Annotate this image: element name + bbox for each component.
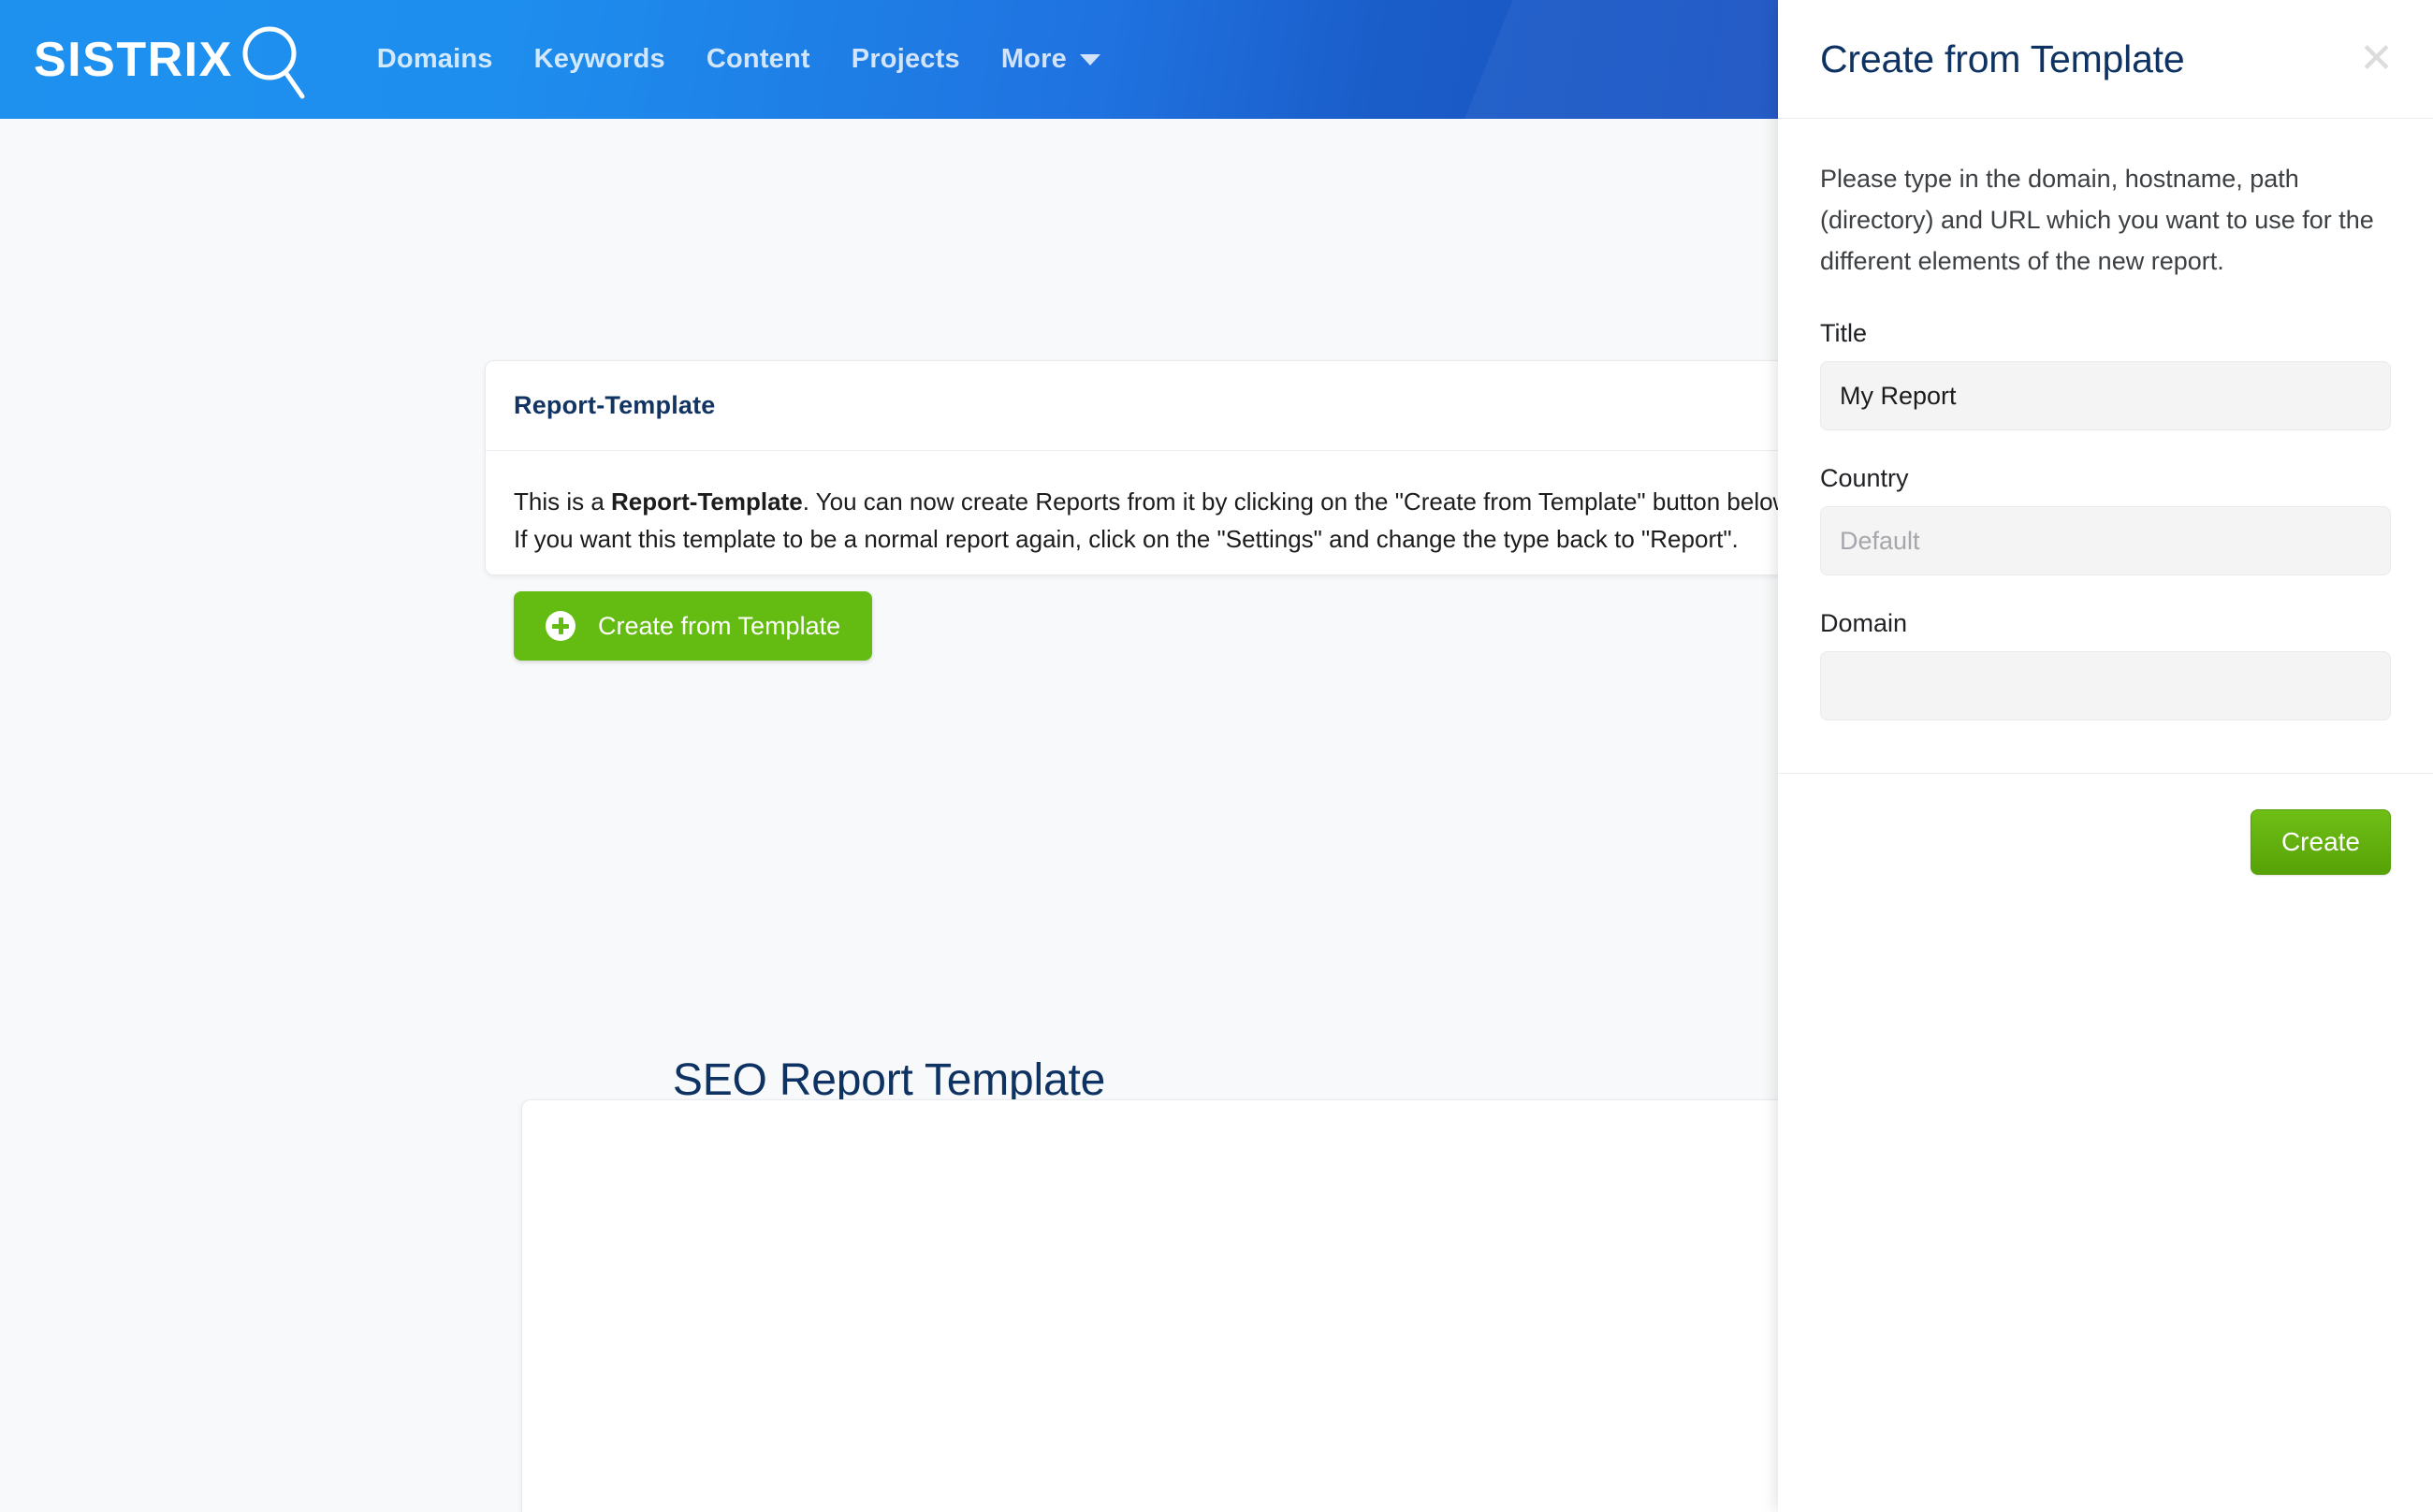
brand-logo[interactable]: SISTRIX xyxy=(34,0,308,119)
report-template-card-title: Report-Template xyxy=(514,391,716,419)
create-from-template-panel: Create from Template ✕ Please type in th… xyxy=(1778,0,2433,1512)
nav-link-content[interactable]: Content xyxy=(686,35,831,84)
create-from-template-button[interactable]: Create from Template xyxy=(514,591,873,661)
description-bold-term: Report-Template xyxy=(611,487,803,516)
create-from-template-button-label: Create from Template xyxy=(598,611,841,640)
field-title-label: Title xyxy=(1820,319,1868,347)
nav-link-keywords[interactable]: Keywords xyxy=(514,35,686,84)
seo-report-template-heading: SEO Report Template xyxy=(672,1055,1106,1105)
report-template-card: Report-Template This is a Report-Templat… xyxy=(485,360,1778,661)
nav-link-more-label: More xyxy=(1000,44,1067,74)
nav-link-projects[interactable]: Projects xyxy=(831,35,981,84)
report-template-card-body: This is a Report-Template. You can now c… xyxy=(486,451,1778,661)
panel-body: Please type in the domain, hostname, pat… xyxy=(1778,119,2433,774)
panel-footer: Create xyxy=(1778,774,2433,910)
title-input[interactable] xyxy=(1820,361,2391,430)
field-domain: Domain xyxy=(1820,609,2391,720)
description-suffix: . You can now create Reports from it by … xyxy=(802,487,1778,516)
domain-input[interactable] xyxy=(1820,651,2391,720)
field-domain-label: Domain xyxy=(1820,609,1908,637)
magnifier-icon-svg xyxy=(242,26,305,98)
country-input[interactable] xyxy=(1820,506,2391,575)
template-description-line-1: This is a Report-Template. You can now c… xyxy=(514,483,1778,520)
panel-title: Create from Template xyxy=(1820,36,2185,80)
field-country: Country xyxy=(1820,464,2391,575)
panel-intro-text: Please type in the domain, hostname, pat… xyxy=(1820,165,2374,275)
report-template-card-header: Report-Template xyxy=(486,361,1778,451)
magnifier-icon xyxy=(239,18,308,102)
close-icon[interactable]: ✕ xyxy=(2350,35,2403,83)
chevron-down-icon xyxy=(1079,53,1100,65)
description-prefix: This is a xyxy=(514,487,612,516)
template-description-line-2: If you want this template to be a normal… xyxy=(514,525,1739,553)
nav-link-more[interactable]: More xyxy=(981,35,1121,84)
page-content: Report-Template This is a Report-Templat… xyxy=(0,119,1778,1512)
seo-report-content-card xyxy=(521,1099,1778,1512)
field-title: Title xyxy=(1820,319,2391,430)
field-country-label: Country xyxy=(1820,464,1909,492)
brand-wordmark: SISTRIX xyxy=(34,32,233,87)
top-navigation-bar: SISTRIX Domains Keywords Content Project… xyxy=(0,0,1778,119)
plus-circle-icon xyxy=(546,611,575,641)
panel-header: Create from Template ✕ xyxy=(1778,0,2433,119)
nav-link-domains[interactable]: Domains xyxy=(357,35,514,84)
primary-nav: Domains Keywords Content Projects More xyxy=(357,35,1121,84)
create-button[interactable]: Create xyxy=(2250,809,2391,875)
